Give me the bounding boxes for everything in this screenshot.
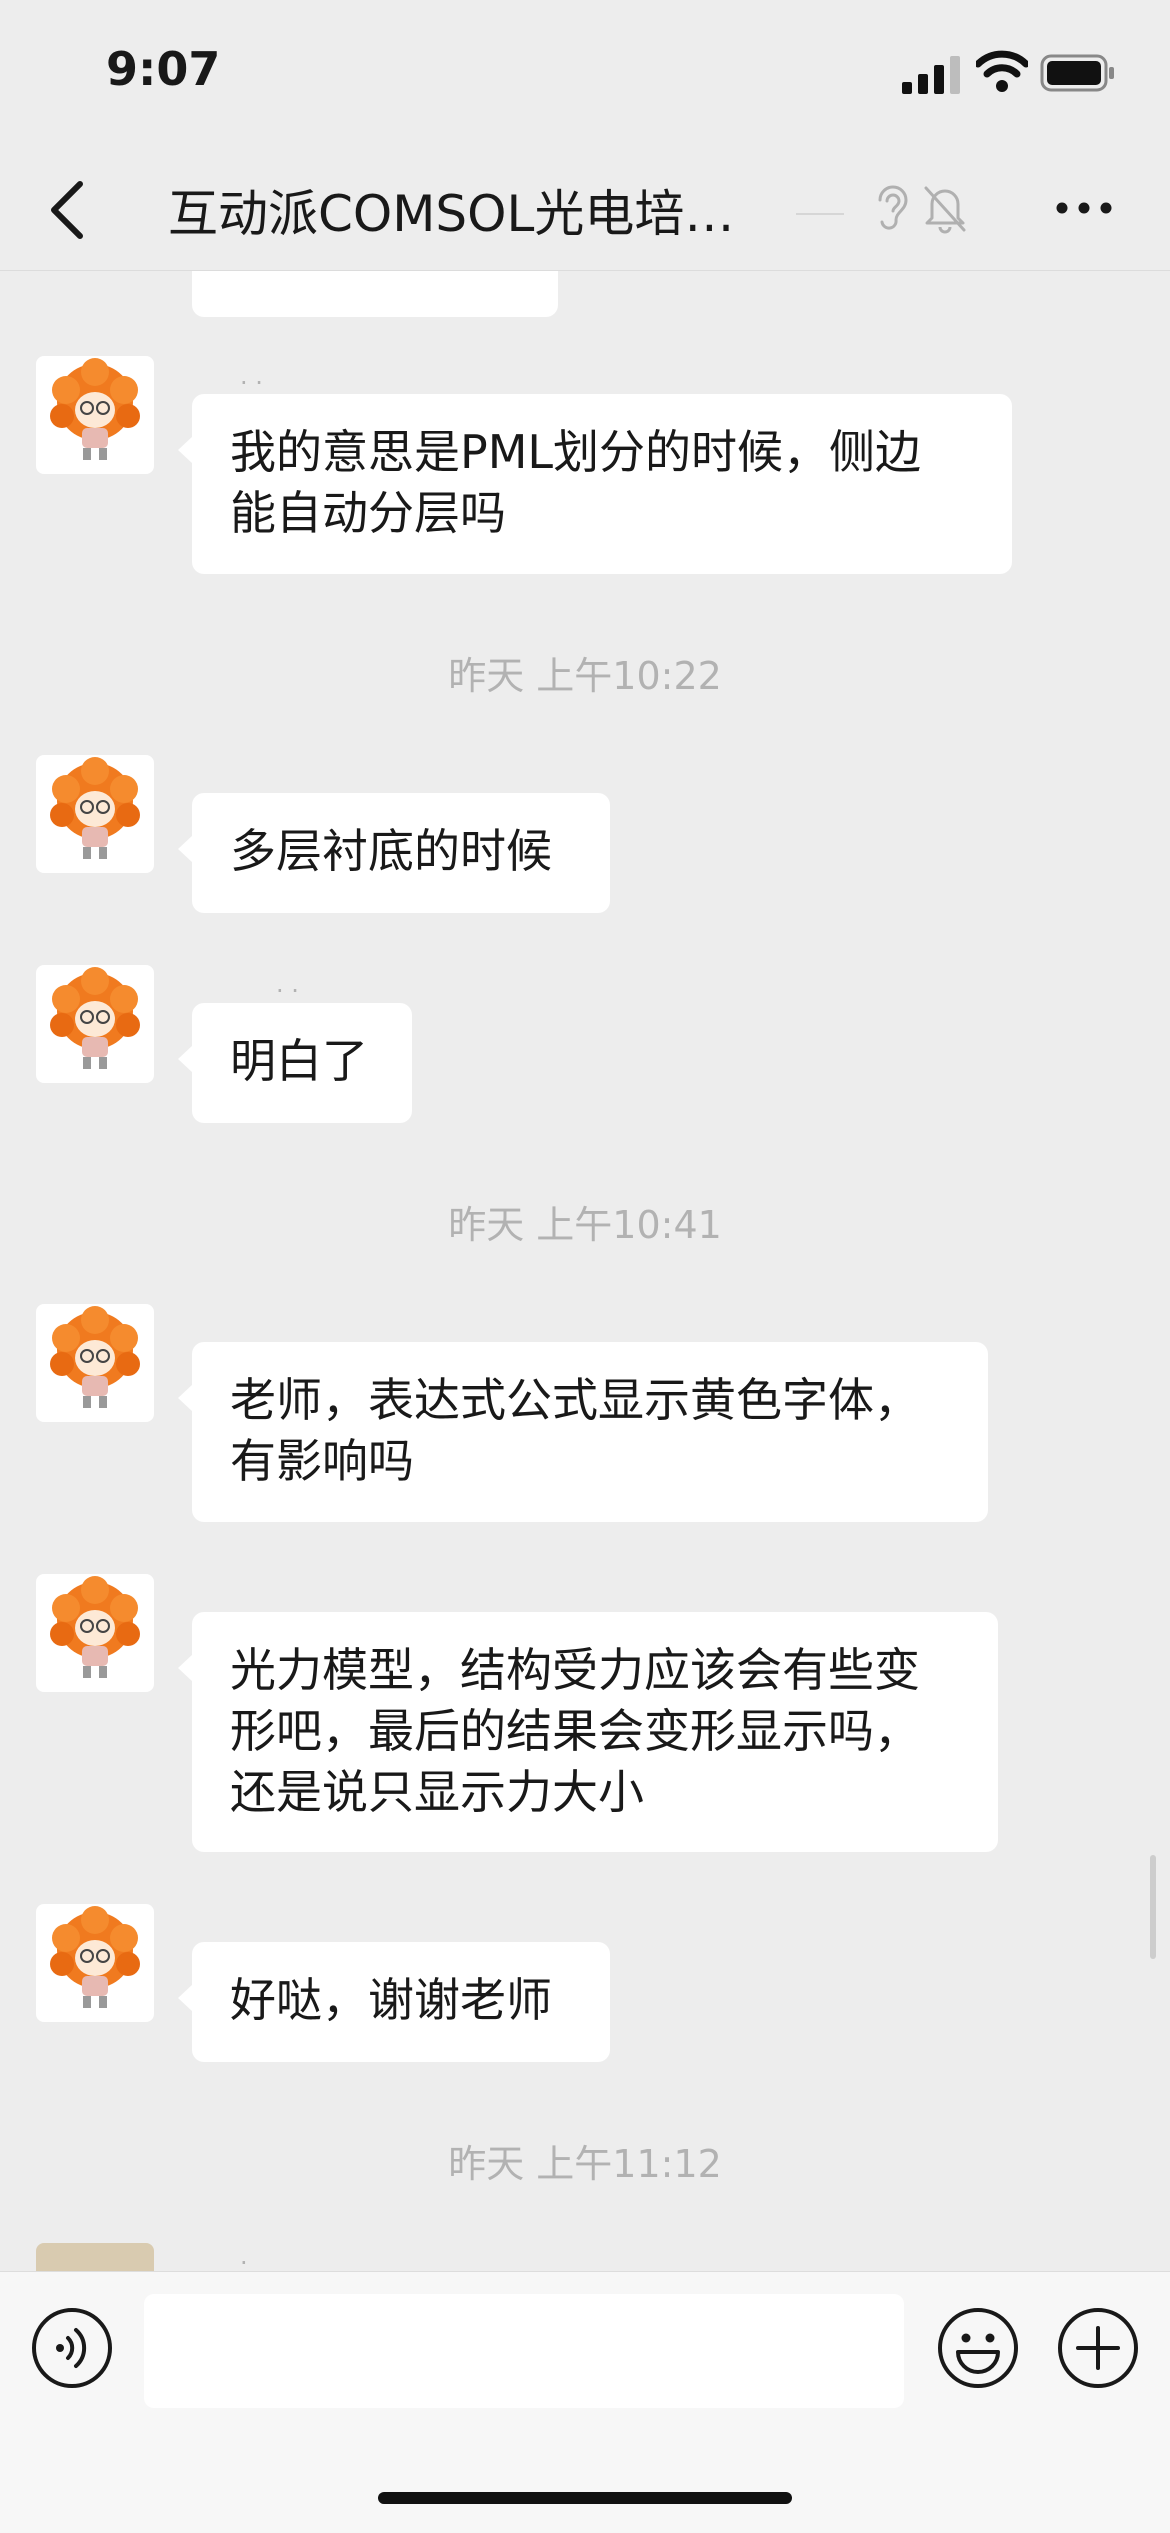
home-indicator[interactable] xyxy=(378,2492,792,2504)
message-bubble-partial[interactable] xyxy=(192,271,558,317)
avatar[interactable] xyxy=(36,2243,154,2271)
message-input[interactable] xyxy=(144,2294,904,2408)
status-bar: 9:07 xyxy=(0,0,1170,150)
avatar[interactable] xyxy=(36,755,154,873)
message-text: 多层衬底的时候 xyxy=(230,824,552,878)
message-text-line: 我的意思是PML划分的时候，侧边 xyxy=(230,425,922,479)
message-text: 明白了 xyxy=(230,1034,368,1088)
wifi-icon xyxy=(976,50,1028,92)
avatar-cartoon-icon xyxy=(50,757,140,859)
more-icon[interactable] xyxy=(1054,196,1114,220)
status-time: 9:07 xyxy=(106,42,221,96)
scroll-indicator[interactable] xyxy=(1150,1855,1156,1959)
message-text-line: 能自动分层吗 xyxy=(230,486,506,540)
avatar[interactable] xyxy=(36,356,154,474)
message-text-line: 还是说只显示力大小 xyxy=(230,1765,644,1819)
message-bubble[interactable]: 我的意思是PML划分的时候，侧边 能自动分层吗 xyxy=(178,394,1012,574)
avatar-cartoon-icon xyxy=(50,1306,140,1408)
mute-bell-icon xyxy=(924,186,966,234)
message-list[interactable]: · · 我的意思是PML划分的时候，侧边 能自动分层吗 昨天 上午10:22 多… xyxy=(0,271,1170,2271)
sender-nickname: · xyxy=(240,2249,248,2271)
message-bubble[interactable]: 明白了 xyxy=(178,1003,412,1123)
message-bubble[interactable]: 老师，表达式公式显示黄色字体， 有影响吗 xyxy=(178,1342,988,1522)
timestamp: 昨天 上午10:22 xyxy=(448,654,722,698)
input-bar xyxy=(0,2271,1170,2533)
message-text-line: 光力模型，结构受力应该会有些变 xyxy=(230,1643,920,1697)
voice-icon[interactable] xyxy=(30,2306,114,2390)
sender-nickname: · · xyxy=(240,369,263,397)
title-divider xyxy=(796,213,844,215)
sender-nickname: · · xyxy=(276,977,299,1005)
avatar[interactable] xyxy=(36,1904,154,2022)
plus-icon[interactable] xyxy=(1056,2306,1140,2390)
chat-header: 互动派COMSOL光电培… xyxy=(0,150,1170,271)
avatar-cartoon-icon xyxy=(50,1906,140,2008)
avatar[interactable] xyxy=(36,1574,154,1692)
timestamp: 昨天 上午11:12 xyxy=(448,2142,722,2186)
message-text-line: 形吧，最后的结果会变形显示吗， xyxy=(230,1704,920,1758)
chat-title[interactable]: 互动派COMSOL光电培… xyxy=(168,174,788,246)
battery-icon xyxy=(1040,54,1114,92)
message-bubble[interactable]: 好哒，谢谢老师 xyxy=(178,1942,610,2062)
avatar[interactable] xyxy=(36,965,154,1083)
signal-icon xyxy=(902,56,960,94)
emoji-icon[interactable] xyxy=(936,2306,1020,2390)
ear-icon xyxy=(878,185,908,230)
avatar-cartoon-icon xyxy=(50,1576,140,1678)
avatar-cartoon-icon xyxy=(50,967,140,1069)
message-bubble[interactable]: 光力模型，结构受力应该会有些变 形吧，最后的结果会变形显示吗， 还是说只显示力大… xyxy=(178,1612,998,1852)
message-text: 好哒，谢谢老师 xyxy=(230,1973,552,2027)
back-icon[interactable] xyxy=(42,178,92,242)
message-text-line: 有影响吗 xyxy=(230,1434,414,1488)
timestamp: 昨天 上午10:41 xyxy=(448,1203,722,1247)
avatar-cartoon-icon xyxy=(50,358,140,460)
avatar[interactable] xyxy=(36,1304,154,1422)
message-bubble[interactable]: 多层衬底的时候 xyxy=(178,793,610,913)
message-text-line: 老师，表达式公式显示黄色字体， xyxy=(230,1373,920,1427)
